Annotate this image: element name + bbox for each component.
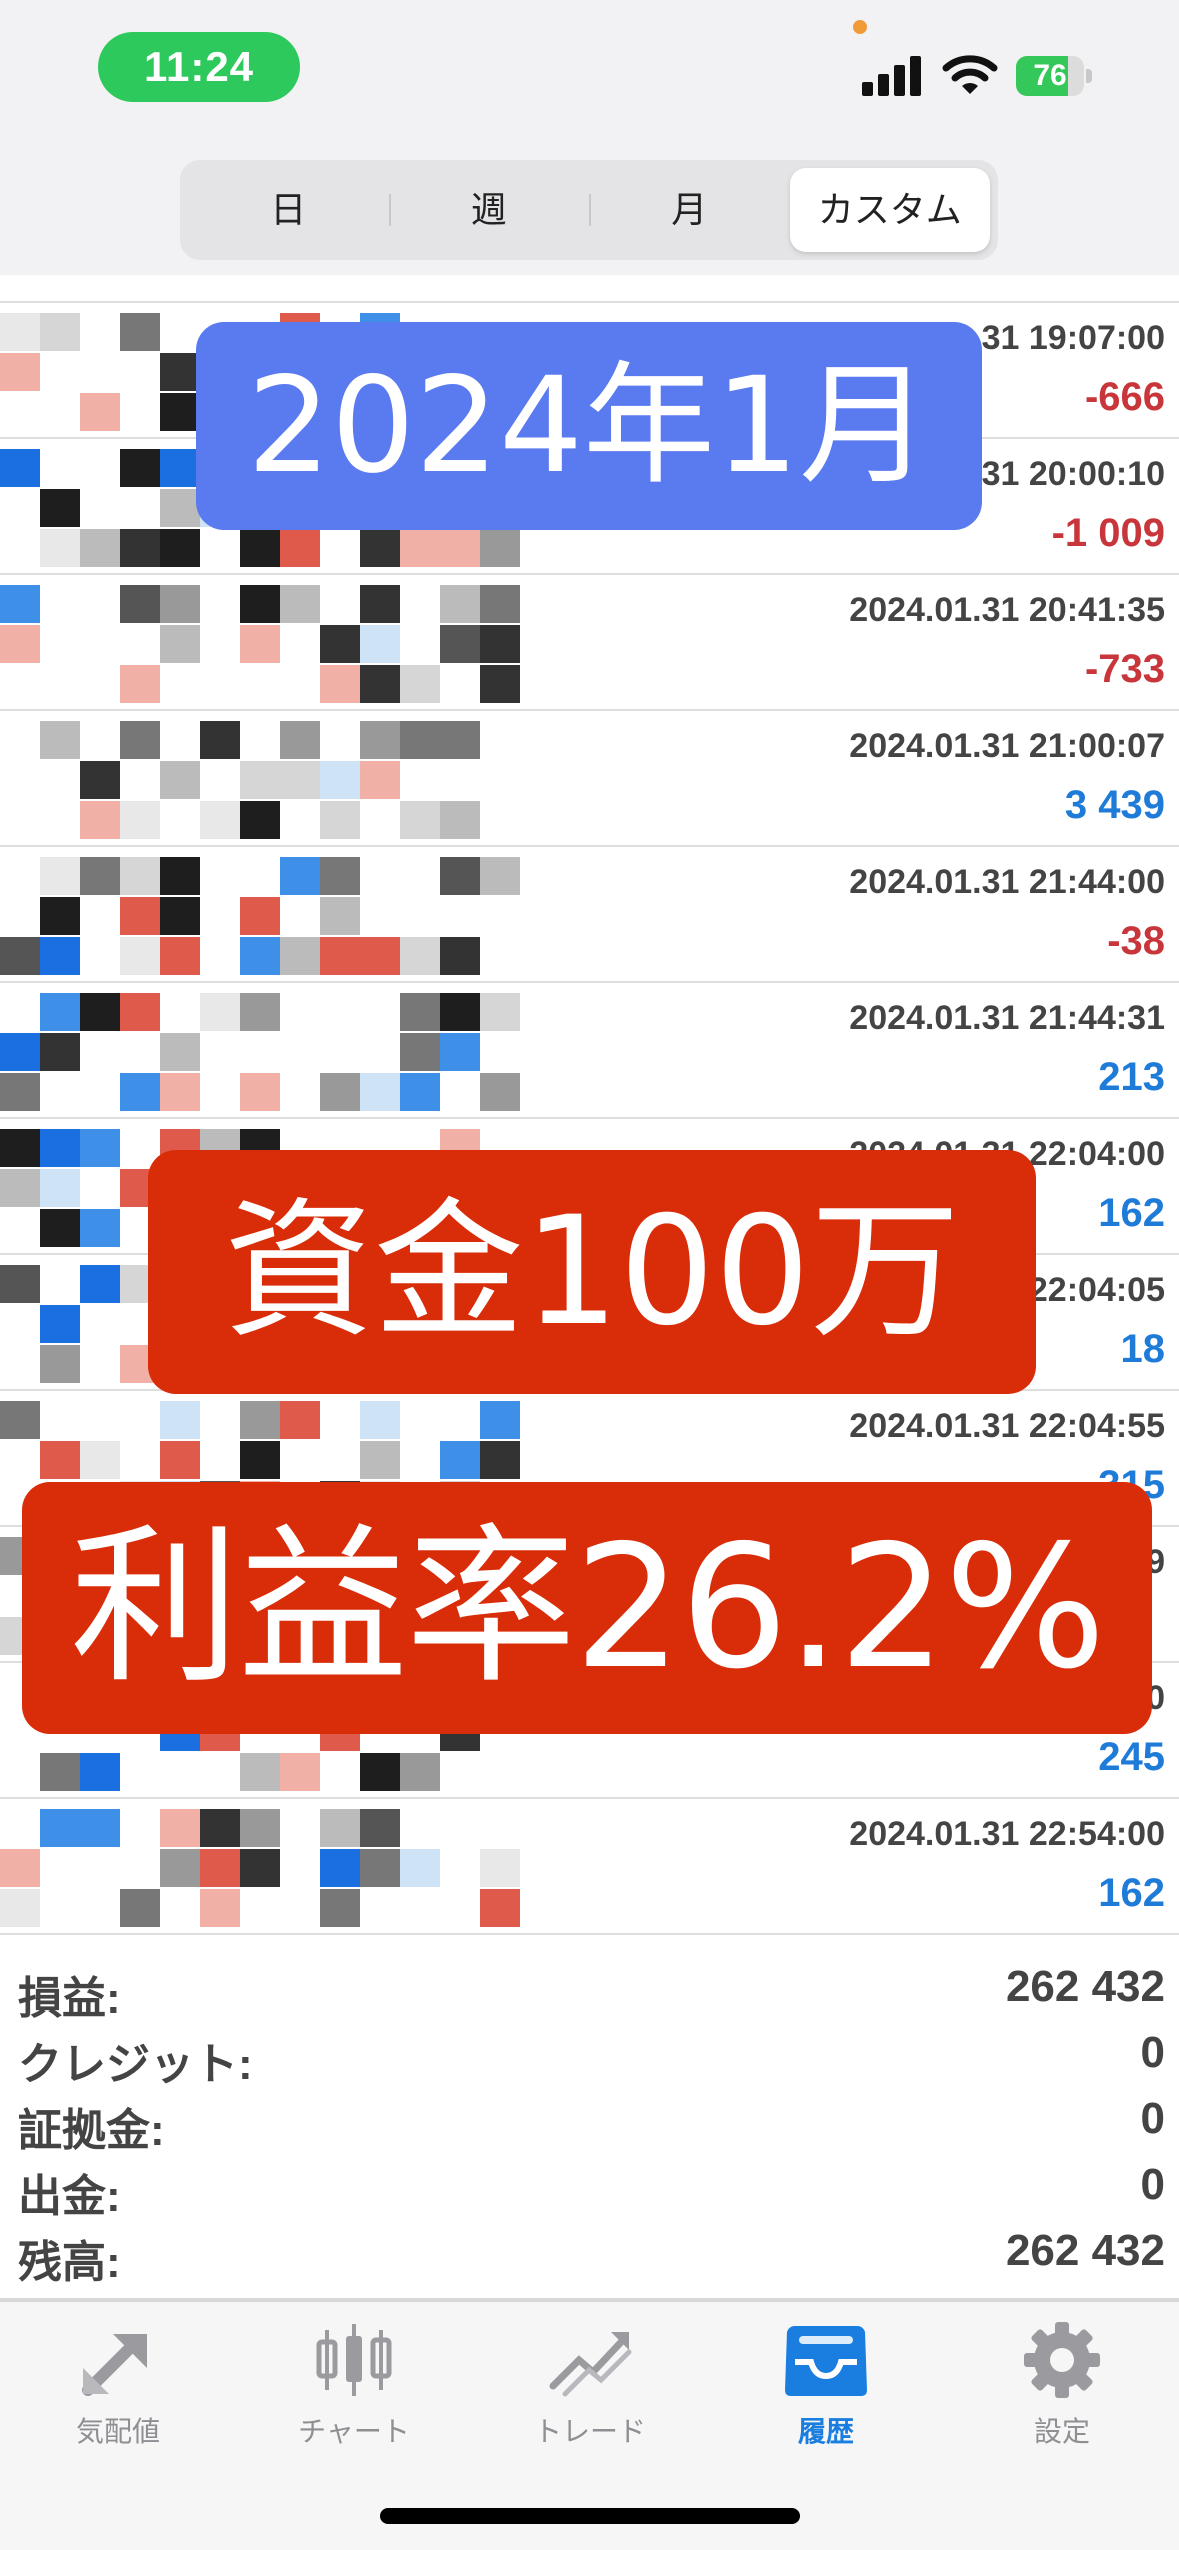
pixelated-symbol-area bbox=[0, 993, 520, 1111]
deal-row[interactable]: 2024.01.31 22:54:00 162 bbox=[0, 1799, 1179, 1935]
history-inbox-icon bbox=[785, 2326, 867, 2396]
status-time[interactable]: 11:24 bbox=[98, 32, 300, 102]
deal-time: 2024.01.31 22:04:55 bbox=[849, 1407, 1165, 1445]
summary-label: 出金: bbox=[18, 2172, 121, 2221]
deal-row[interactable]: 2024.01.31 20:41:35 -733 bbox=[0, 575, 1179, 711]
deal-profit: 162 bbox=[1098, 1191, 1165, 1235]
wifi-icon bbox=[942, 52, 998, 98]
summary-row: 出金: 0 bbox=[0, 2154, 1179, 2221]
summary-row: 残高: 262 432 bbox=[0, 2220, 1179, 2287]
summary-row: 損益: 262 432 bbox=[0, 1956, 1179, 2023]
tab-trade[interactable]: トレード bbox=[472, 2320, 708, 2460]
deal-profit: -733 bbox=[1084, 647, 1165, 691]
segment-week[interactable]: 週 bbox=[388, 168, 590, 252]
deal-row[interactable]: 2024.01.31 21:44:00 -38 bbox=[0, 847, 1179, 983]
deal-time: 2024.01.31 20:41:35 bbox=[849, 591, 1165, 629]
status-bar: 11:24 76 bbox=[0, 0, 1179, 145]
pixelated-symbol-area bbox=[0, 1809, 520, 1927]
cellular-signal-icon bbox=[862, 56, 924, 96]
deal-row[interactable]: 2024.01.31 21:44:31 213 bbox=[0, 983, 1179, 1119]
pixelated-symbol-area bbox=[0, 585, 520, 703]
summary-value: 262 432 bbox=[1005, 1962, 1165, 2011]
summary-value: 0 bbox=[1140, 2160, 1165, 2209]
period-segmented-control: 日 週 月 カスタム bbox=[180, 160, 998, 260]
battery-level: 76 bbox=[1033, 59, 1067, 92]
deal-profit: -38 bbox=[1107, 919, 1165, 963]
tab-label: 設定 bbox=[1033, 2416, 1090, 2447]
segment-custom[interactable]: カスタム bbox=[789, 168, 990, 252]
summary-value: 0 bbox=[1140, 2028, 1165, 2077]
gear-icon bbox=[1024, 2322, 1100, 2398]
list-item-partial[interactable]: 324 bbox=[0, 275, 1179, 303]
deal-time: 2024.01.31 21:44:00 bbox=[849, 863, 1165, 901]
deal-time: 2024.01.31 21:44:31 bbox=[849, 999, 1165, 1037]
deal-time: 2024.01.31 22:54:00 bbox=[849, 1815, 1165, 1853]
segment-day[interactable]: 日 bbox=[188, 168, 389, 252]
tab-label: トレード bbox=[533, 2416, 646, 2447]
candlestick-chart-icon bbox=[316, 2324, 392, 2396]
deal-time: 2024.01.31 21:00:07 bbox=[849, 727, 1165, 765]
deal-profit: 3 439 bbox=[1064, 783, 1165, 827]
home-indicator[interactable] bbox=[380, 2508, 800, 2524]
pixelated-symbol-area bbox=[0, 857, 520, 975]
summary-value: 262 432 bbox=[1005, 2226, 1165, 2275]
tab-settings[interactable]: 設定 bbox=[944, 2320, 1179, 2460]
segment-month[interactable]: 月 bbox=[589, 168, 790, 252]
battery-icon: 76 bbox=[1016, 56, 1092, 96]
quotes-icon bbox=[82, 2334, 147, 2396]
overlay-date-banner: 2024年1月 bbox=[196, 322, 982, 530]
deal-profit: -666 bbox=[1084, 375, 1165, 419]
deal-profit: 213 bbox=[1098, 1055, 1165, 1099]
deal-profit: 18 bbox=[1120, 1327, 1166, 1371]
deal-profit: 245 bbox=[1098, 1735, 1165, 1779]
deal-profit: -1 009 bbox=[1051, 511, 1165, 555]
summary-label: クレジット: bbox=[18, 2040, 253, 2089]
history-summary: 損益: 262 432 クレジット: 0 証拠金: 0 出金: 0 残高: 262 432 bbox=[0, 1938, 1179, 2300]
summary-row: 証拠金: 0 bbox=[0, 2088, 1179, 2155]
period-selector-bar: 日 週 月 カスタム bbox=[0, 145, 1179, 275]
item-value: 324 bbox=[1098, 275, 1165, 284]
overlay-profit-rate-banner: 利益率26.2% bbox=[22, 1482, 1152, 1734]
tab-history[interactable]: 履歴 bbox=[708, 2320, 944, 2460]
summary-label: 損益: bbox=[18, 1974, 121, 2023]
tab-quotes[interactable]: 気配値 bbox=[0, 2320, 236, 2460]
summary-label: 残高: bbox=[18, 2238, 121, 2287]
tab-chart[interactable]: チャート bbox=[236, 2320, 472, 2460]
tab-label: 履歴 bbox=[797, 2416, 854, 2447]
trade-icon bbox=[549, 2332, 632, 2397]
overlay-capital-banner: 資金100万 bbox=[148, 1150, 1036, 1394]
deal-row[interactable]: 2024.01.31 21:00:07 3 439 bbox=[0, 711, 1179, 847]
pixelated-symbol-area bbox=[0, 721, 520, 839]
summary-value: 0 bbox=[1140, 2094, 1165, 2143]
privacy-indicator-dot bbox=[853, 20, 867, 34]
tab-label: チャート bbox=[298, 2416, 410, 2447]
summary-label: 証拠金: bbox=[18, 2106, 165, 2155]
tab-label: 気配値 bbox=[75, 2416, 160, 2447]
summary-row: クレジット: 0 bbox=[0, 2022, 1179, 2089]
deal-profit: 162 bbox=[1098, 1871, 1165, 1915]
